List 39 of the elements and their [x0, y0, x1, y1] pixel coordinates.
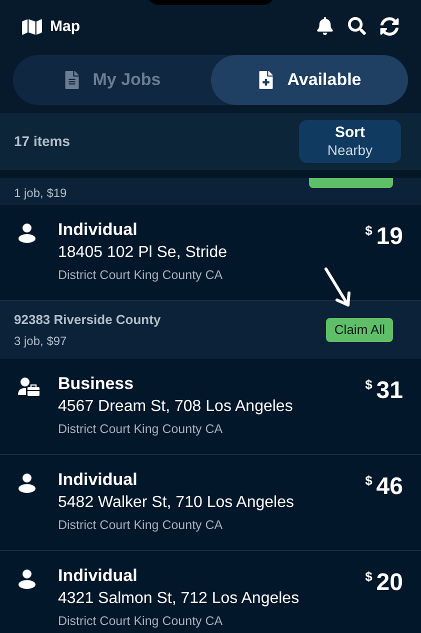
price: 19: [376, 223, 403, 251]
group-title: 92383 Riverside County: [14, 311, 161, 330]
claim-button[interactable]: Claim All: [326, 318, 393, 342]
search-icon[interactable]: [348, 17, 366, 35]
notification-icon[interactable]: [316, 17, 334, 35]
court-name: District Court King County CA: [58, 267, 224, 284]
tab[interactable]: Available: [210, 55, 408, 105]
refresh-icon[interactable]: [380, 16, 399, 36]
job-type: Individual: [58, 565, 138, 587]
person-icon: [18, 473, 36, 493]
map-icon: [22, 17, 42, 37]
job-type: Individual: [58, 219, 138, 241]
person-icon: [18, 569, 36, 589]
price: 31: [376, 377, 403, 405]
price: 46: [376, 473, 403, 501]
document-icon: [62, 71, 81, 89]
document-icon: [257, 71, 276, 89]
price: 20: [376, 569, 403, 597]
currency-symbol: $: [365, 222, 372, 240]
job-type: Individual: [58, 469, 138, 491]
tab[interactable]: My Jobs: [13, 55, 210, 105]
group-summary: 1 job, $19: [14, 185, 67, 202]
court-name: District Court King County CA: [58, 613, 224, 630]
court-name: District Court King County CA: [58, 517, 224, 534]
map-button[interactable]: Map: [22, 16, 80, 38]
currency-symbol: $: [365, 376, 372, 394]
job-address: 4321 Salmon St, 712 Los Angeles: [58, 589, 300, 609]
group-summary: 3 job, $97: [14, 332, 68, 350]
sort-button[interactable]: Sort Nearby: [299, 120, 401, 163]
person-briefcase-icon: [18, 377, 40, 397]
item-count: 17 items: [14, 132, 70, 151]
currency-symbol: $: [365, 568, 372, 586]
job-address: 5482 Walker St, 710 Los Angeles: [58, 493, 295, 513]
job-address: 18405 102 Pl Se, Stride: [58, 243, 228, 263]
job-address: 4567 Dream St, 708 Los Angeles: [58, 397, 294, 417]
court-name: District Court King County CA: [58, 421, 224, 438]
currency-symbol: $: [365, 472, 372, 490]
person-icon: [18, 223, 36, 243]
job-type: Business: [58, 373, 135, 395]
